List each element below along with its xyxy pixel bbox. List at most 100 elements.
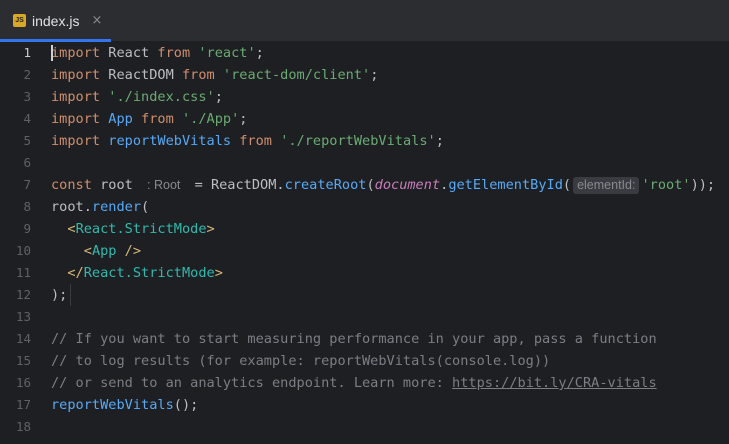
identifier[interactable]: reportWebVitals [108, 133, 231, 149]
code-line[interactable] [51, 306, 729, 328]
code-editor[interactable]: 1 2 3 4 5 6 7 8 9 10 11 12 13 14 15 16 1… [0, 42, 729, 444]
line-number: 15 [15, 353, 31, 368]
string-literal: './reportWebVitals' [280, 133, 436, 149]
punctuation: ; [214, 89, 223, 105]
keyword: from [181, 67, 215, 83]
punctuation: ( [141, 199, 150, 215]
jsx-tag-name[interactable]: App [92, 243, 117, 259]
code-line[interactable]: ); [51, 284, 729, 306]
function-call[interactable]: getElementById [448, 177, 563, 193]
keyword: import [51, 111, 101, 127]
jsx-bracket: < [67, 221, 76, 237]
editor-tab-bar: JS index.js × [0, 0, 729, 42]
code-line[interactable]: <React.StrictMode> [51, 218, 729, 240]
line-number: 7 [23, 177, 31, 192]
punctuation: ; [370, 67, 379, 83]
function-call[interactable]: render [92, 199, 141, 215]
jsx-bracket: > [206, 221, 215, 237]
string-literal: './App' [181, 111, 240, 127]
code-line[interactable]: import './index.css'; [51, 86, 729, 108]
line-number: 11 [15, 265, 31, 280]
keyword: import [51, 67, 101, 83]
code-line[interactable]: import ReactDOM from 'react-dom/client'; [51, 64, 729, 86]
tab-index-js[interactable]: JS index.js × [0, 0, 111, 42]
keyword: import [51, 133, 101, 149]
code-line[interactable]: // or send to an analytics endpoint. Lea… [51, 372, 729, 394]
string-literal: 'react-dom/client' [222, 67, 371, 83]
line-number: 18 [15, 419, 31, 434]
punctuation: )); [690, 177, 716, 193]
keyword: import [51, 45, 101, 61]
code-area[interactable]: import React from 'react'; import ReactD… [51, 42, 729, 444]
code-line[interactable]: import reportWebVitals from './reportWeb… [51, 130, 729, 152]
code-line[interactable]: reportWebVitals(); [51, 394, 729, 416]
line-number: 1 [23, 45, 31, 60]
jsx-tag-name[interactable]: React.StrictMode [76, 221, 207, 237]
line-number: 5 [23, 133, 31, 148]
identifier: root [91, 177, 142, 193]
punctuation: ; [239, 111, 248, 127]
line-number: 12 [15, 287, 31, 302]
jsx-bracket: < [83, 243, 92, 259]
comment: // or send to an analytics endpoint. Lea… [51, 375, 453, 391]
comment-link[interactable]: https://bit.ly/CRA-vitals [452, 375, 657, 391]
line-number-gutter: 1 2 3 4 5 6 7 8 9 10 11 12 13 14 15 16 1… [0, 42, 38, 444]
line-number: 14 [15, 331, 31, 346]
text-cursor [51, 45, 53, 61]
jsx-bracket: > [214, 265, 223, 281]
line-number: 9 [23, 221, 31, 236]
punctuation: (); [173, 397, 199, 413]
identifier: root. [51, 199, 92, 215]
code-line[interactable]: const root : Root = ReactDOM.createRoot(… [51, 174, 729, 196]
punctuation: ); [51, 287, 68, 303]
identifier[interactable]: App [108, 111, 133, 127]
keyword: from [141, 111, 174, 127]
punctuation: ; [435, 133, 444, 149]
string-literal: './index.css' [108, 89, 215, 105]
line-number: 16 [15, 375, 31, 390]
global-object[interactable]: document [375, 177, 440, 193]
punctuation: ( [366, 177, 375, 193]
comment: // If you want to start measuring perfor… [51, 331, 657, 347]
jsx-bracket: /> [116, 243, 142, 259]
line-number: 13 [15, 309, 31, 324]
string-literal: 'root' [641, 177, 691, 193]
punctuation: ; [255, 45, 264, 61]
code-line[interactable]: // to log results (for example: reportWe… [51, 350, 729, 372]
keyword: from [239, 133, 272, 149]
code-line[interactable]: root.render( [51, 196, 729, 218]
parameter-inlay-hint: elementId: [573, 177, 640, 194]
keyword: import [51, 89, 101, 105]
close-icon[interactable]: × [91, 13, 102, 28]
keyword: from [157, 45, 191, 61]
tab-label: index.js [32, 12, 80, 29]
function-call[interactable]: createRoot [285, 177, 367, 193]
jsx-tag-name[interactable]: React.StrictMode [84, 265, 215, 281]
identifier: React [100, 45, 158, 61]
code-line[interactable]: <App /> [51, 240, 729, 262]
identifier: ReactDOM [100, 67, 182, 83]
line-number: 8 [23, 199, 31, 214]
code-line[interactable]: import App from './App'; [51, 108, 729, 130]
string-literal: 'react' [198, 45, 256, 61]
line-number: 10 [15, 243, 31, 258]
identifier: = ReactDOM. [186, 177, 285, 193]
type-inlay-hint: : Root [147, 178, 181, 192]
code-line[interactable]: // If you want to start measuring perfor… [51, 328, 729, 350]
comment: // to log results (for example: reportWe… [51, 353, 551, 369]
code-line[interactable] [51, 416, 729, 438]
jsx-bracket: </ [67, 265, 84, 281]
code-line[interactable]: </React.StrictMode> [51, 262, 729, 284]
javascript-file-icon: JS [13, 14, 26, 27]
code-line[interactable] [51, 152, 729, 174]
function-call[interactable]: reportWebVitals [51, 397, 174, 413]
code-line[interactable]: import React from 'react'; [51, 42, 729, 64]
line-number: 6 [23, 155, 31, 170]
indent-guide [70, 284, 71, 306]
